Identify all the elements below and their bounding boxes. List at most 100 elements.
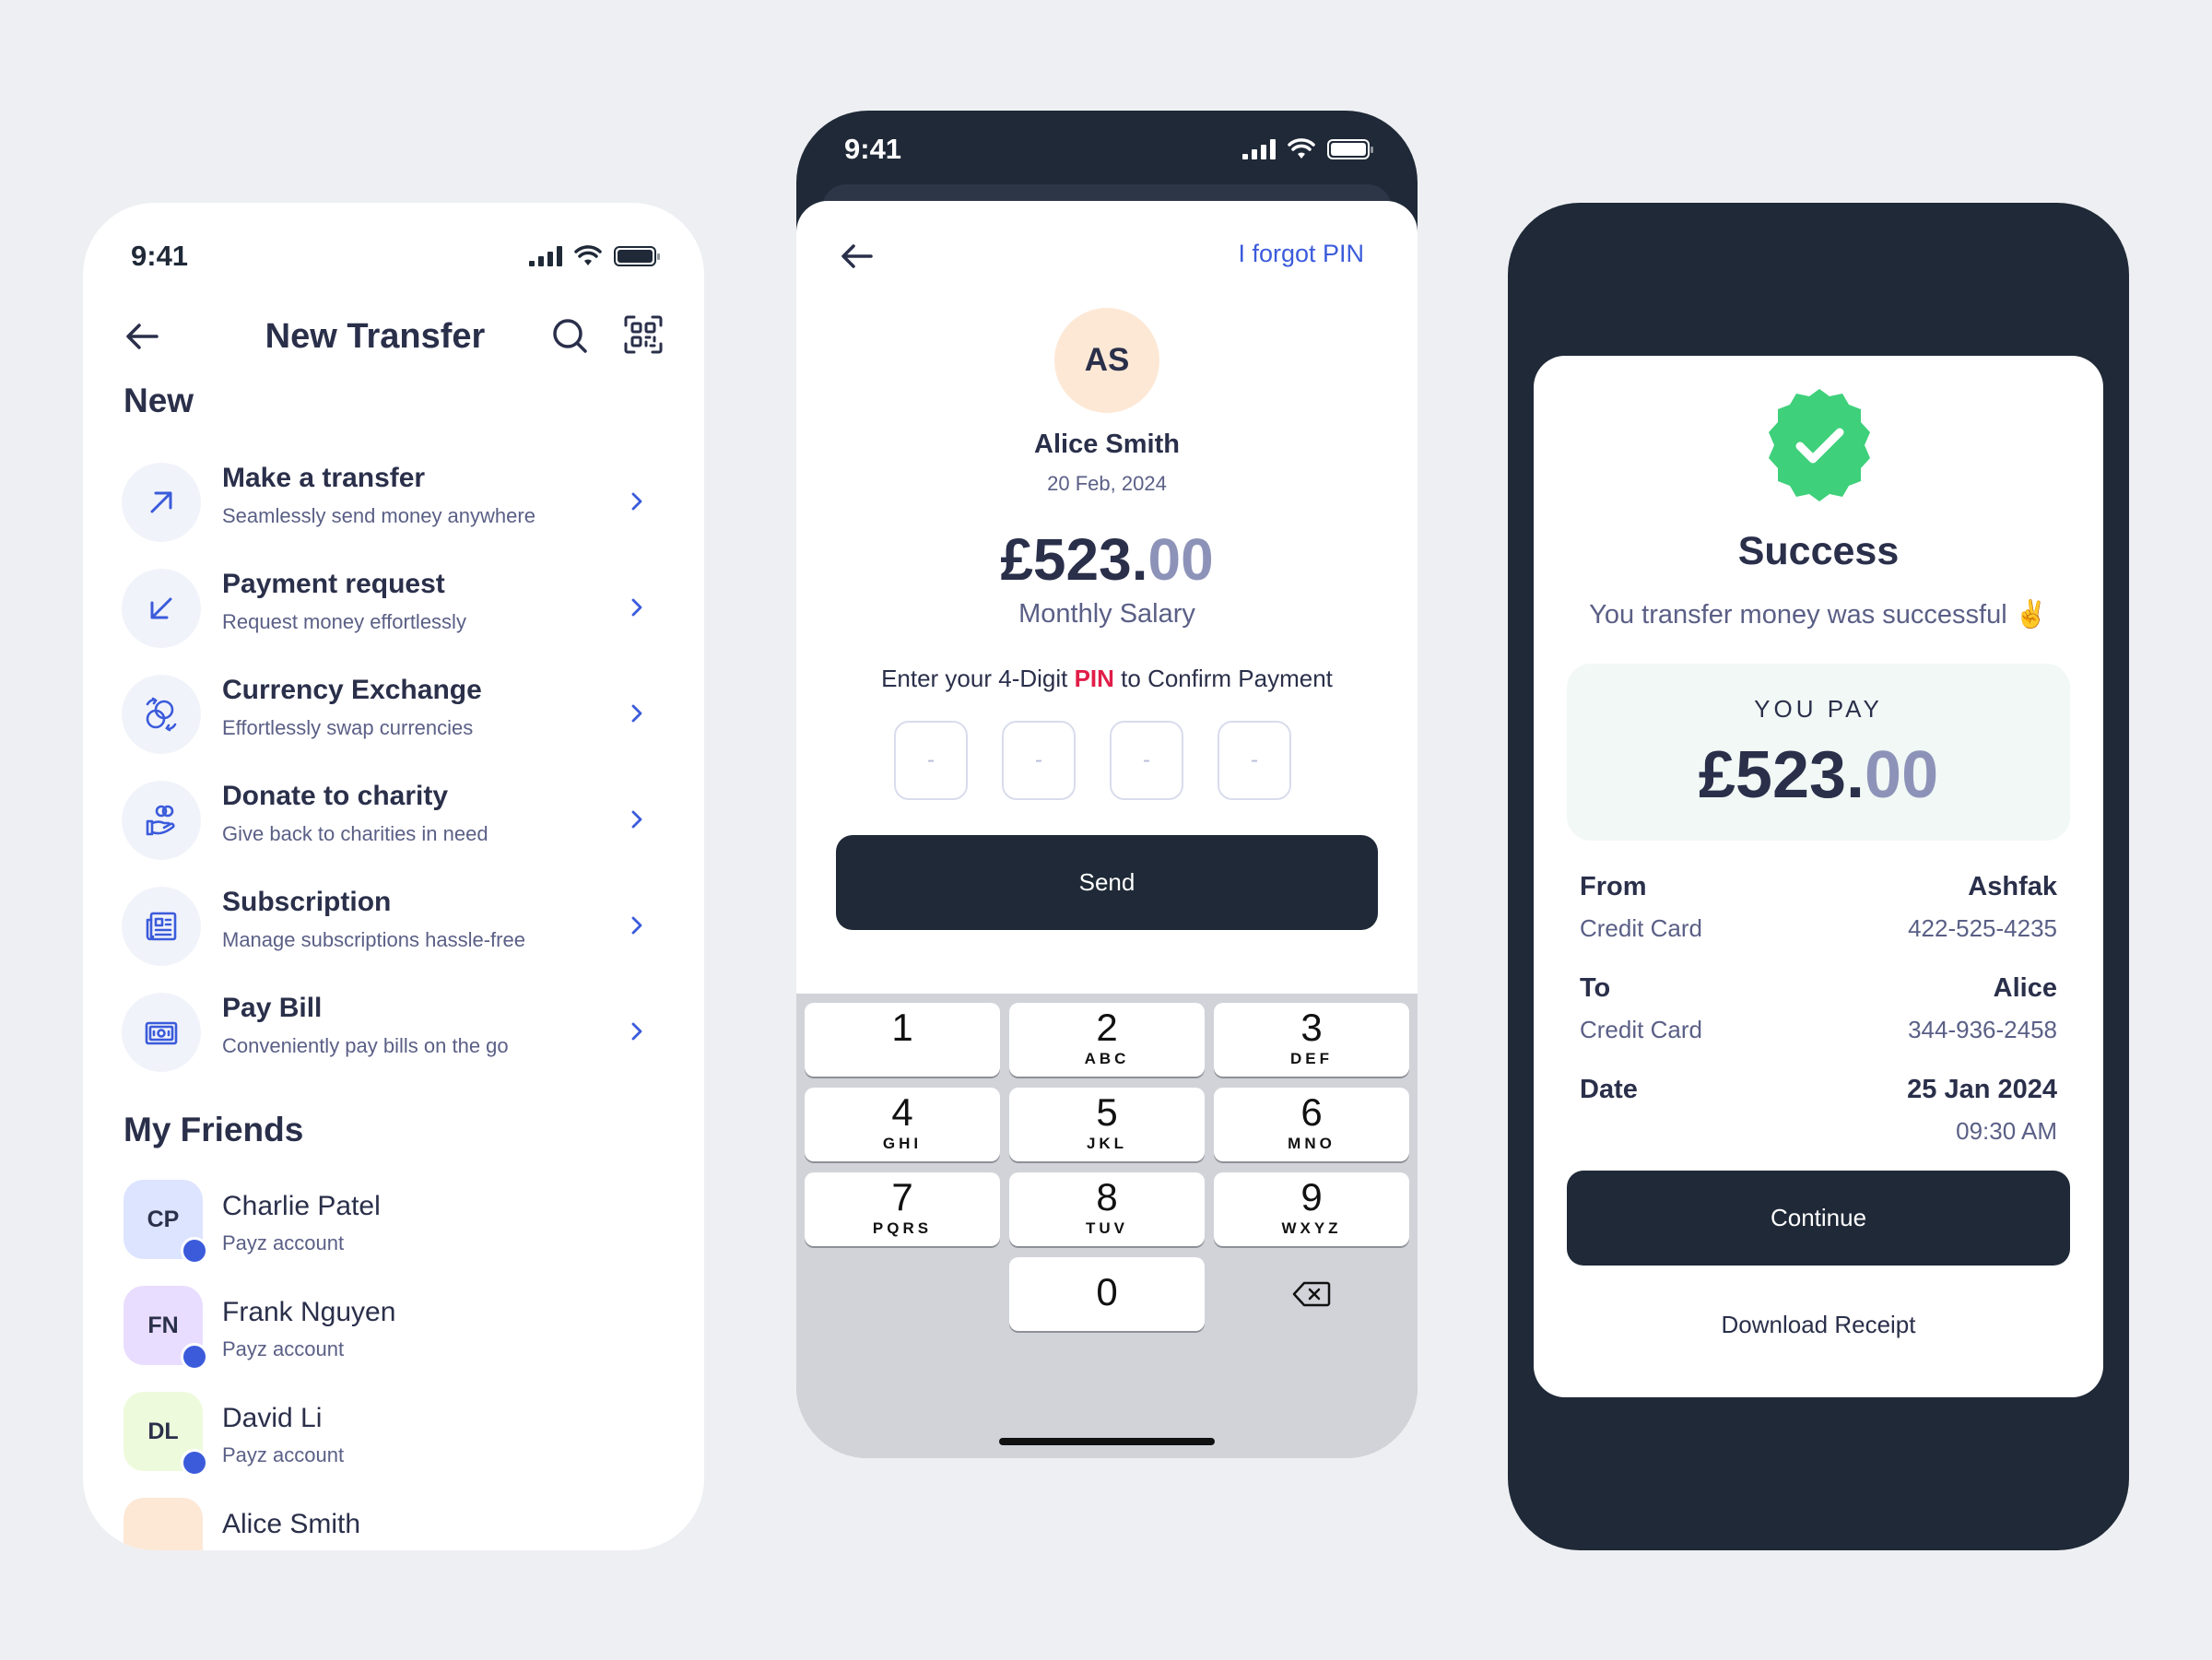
amount: £523.00 — [796, 525, 1418, 594]
key-2[interactable]: 2 ABC — [1009, 1003, 1205, 1077]
action-subtitle: Manage subscriptions hassle-free — [222, 928, 525, 951]
friend-item[interactable]: DL David Li Payz account — [83, 1392, 704, 1498]
key-8[interactable]: 8 TUV — [1009, 1172, 1205, 1246]
avatar-initials: FN — [147, 1312, 179, 1338]
forgot-pin-link[interactable]: I forgot PIN — [1238, 240, 1364, 268]
action-donate-charity[interactable]: Donate to charity Give back to charities… — [83, 770, 704, 876]
transfer-description: Monthly Salary — [1018, 599, 1195, 629]
section-heading-friends: My Friends — [124, 1111, 304, 1148]
action-subtitle: Conveniently pay bills on the go — [222, 1034, 509, 1057]
key-6[interactable]: 6 MNO — [1214, 1088, 1409, 1161]
friend-name: Alice Smith — [222, 1509, 361, 1539]
newspaper-icon — [122, 887, 201, 966]
detail-label: From — [1580, 872, 1647, 901]
continue-button[interactable]: Continue — [1567, 1171, 2070, 1266]
action-title: Currency Exchange — [222, 675, 482, 705]
search-icon[interactable] — [551, 317, 588, 354]
arrow-down-left-icon — [122, 569, 201, 648]
key-4[interactable]: 4 GHI — [805, 1088, 1000, 1161]
friends-list: CP Charlie Patel Payz account FN Frank N… — [83, 1180, 704, 1550]
friend-item[interactable]: CP Charlie Patel Payz account — [83, 1180, 704, 1286]
avatar: FN — [124, 1286, 208, 1371]
friend-name: Charlie Patel — [222, 1191, 381, 1221]
detail-sublabel: Credit Card — [1580, 914, 1702, 942]
pin-sheet: I forgot PIN AS Alice Smith 20 Feb, 2024… — [796, 201, 1418, 1458]
wifi-icon — [574, 245, 602, 265]
status-icons — [1242, 138, 1373, 160]
action-title: Payment request — [222, 569, 445, 599]
key-7[interactable]: 7 PQRS — [805, 1172, 1000, 1246]
pin-digit-2[interactable]: - — [1002, 721, 1076, 800]
payz-badge-icon — [181, 1343, 208, 1371]
chevron-right-icon — [631, 1022, 642, 1041]
action-subtitle: Seamlessly send money anywhere — [222, 504, 535, 527]
numeric-keypad: 1 2 ABC 3 DEF 4 GHI 5 JKL 6 MNO 7 PQRS 8 TUV 9W… — [796, 994, 1418, 1458]
avatar: CP — [124, 1180, 208, 1265]
action-make-transfer[interactable]: Make a transfer Seamlessly send money an… — [83, 452, 704, 558]
recipient-name: Alice Smith — [1034, 430, 1180, 459]
key-5[interactable]: 5 JKL — [1009, 1088, 1205, 1161]
key-digit: 6 — [1300, 1090, 1323, 1134]
wifi-icon — [1288, 138, 1315, 159]
key-delete[interactable] — [1214, 1257, 1409, 1331]
action-title: Pay Bill — [222, 993, 323, 1023]
arrow-up-right-icon — [122, 463, 201, 542]
key-9[interactable]: 9 WXYZ — [1214, 1172, 1409, 1246]
key-letters: ABC — [1084, 1050, 1130, 1067]
friend-item[interactable]: AS Alice Smith — [83, 1498, 704, 1550]
pin-digit-1[interactable]: - — [894, 721, 968, 800]
header: New Transfer — [83, 295, 704, 378]
friend-item[interactable]: FN Frank Nguyen Payz account — [83, 1286, 704, 1392]
amount-decimal: 00 — [1147, 526, 1214, 593]
pin-instruction-highlight: PIN — [1074, 665, 1114, 692]
detail-value: Ashfak — [1968, 872, 2057, 901]
key-letters: GHI — [882, 1135, 923, 1152]
pin-instruction: Enter your 4-Digit PIN to Confirm Paymen… — [796, 665, 1418, 693]
banknote-icon — [122, 993, 201, 1072]
you-pay-label: YOU PAY — [1754, 695, 1883, 723]
receipt-card: Success You transfer money was successfu… — [1534, 356, 2103, 1397]
action-title: Subscription — [222, 887, 392, 917]
action-subscription[interactable]: Subscription Manage subscriptions hassle… — [83, 876, 704, 982]
action-pay-bill[interactable]: Pay Bill Conveniently pay bills on the g… — [83, 982, 704, 1088]
key-letters: PQRS — [872, 1219, 933, 1237]
battery-icon — [614, 246, 660, 266]
action-subtitle: Request money effortlessly — [222, 610, 466, 633]
avatar-initials: DL — [147, 1418, 179, 1444]
key-digit: 2 — [1096, 1006, 1118, 1049]
send-button[interactable]: Send — [836, 835, 1378, 930]
avatar: AS — [1054, 308, 1159, 413]
pin-instruction-prefix: Enter your 4-Digit — [881, 665, 1075, 692]
success-subtitle: You transfer money was successful ✌️ — [1589, 600, 2048, 630]
amount: £523.00 — [1567, 737, 2070, 813]
key-letters: DEF — [1290, 1050, 1333, 1067]
amount-decimal: 00 — [1865, 738, 1939, 812]
detail-label: Date — [1580, 1075, 1638, 1104]
payz-badge-icon — [181, 1237, 208, 1265]
pin-digit-3[interactable]: - — [1110, 721, 1183, 800]
check-badge-icon — [1769, 389, 1870, 501]
status-time: 9:41 — [844, 133, 902, 165]
pin-digit-4[interactable]: - — [1218, 721, 1291, 800]
chevron-right-icon — [631, 916, 642, 935]
payz-badge-icon — [181, 1449, 208, 1477]
detail-row-from: From Credit Card Ashfak 422-525-4235 — [1580, 872, 2057, 973]
pin-confirm-screen: 9:41 I forgot PIN AS Alice Smith 20 Feb,… — [796, 111, 1418, 1458]
chevron-right-icon — [631, 704, 642, 723]
action-currency-exchange[interactable]: Currency Exchange Effortlessly swap curr… — [83, 664, 704, 770]
action-list: Make a transfer Seamlessly send money an… — [83, 452, 704, 1088]
pin-instruction-suffix: to Confirm Payment — [1113, 665, 1333, 692]
key-1[interactable]: 1 — [805, 1003, 1000, 1077]
backspace-icon — [1292, 1281, 1331, 1307]
back-arrow-icon[interactable] — [840, 241, 875, 271]
key-0[interactable]: 0 — [1009, 1257, 1205, 1331]
detail-label: To — [1580, 973, 1611, 1003]
qr-scan-icon[interactable] — [624, 315, 663, 354]
key-digit: 9 — [1300, 1175, 1323, 1219]
download-receipt-link[interactable]: Download Receipt — [1534, 1311, 2103, 1339]
section-heading-new: New — [124, 382, 194, 419]
key-3[interactable]: 3 DEF — [1214, 1003, 1409, 1077]
action-payment-request[interactable]: Payment request Request money effortless… — [83, 558, 704, 664]
chevron-right-icon — [631, 598, 642, 617]
amount-main: £523. — [1698, 738, 1865, 812]
